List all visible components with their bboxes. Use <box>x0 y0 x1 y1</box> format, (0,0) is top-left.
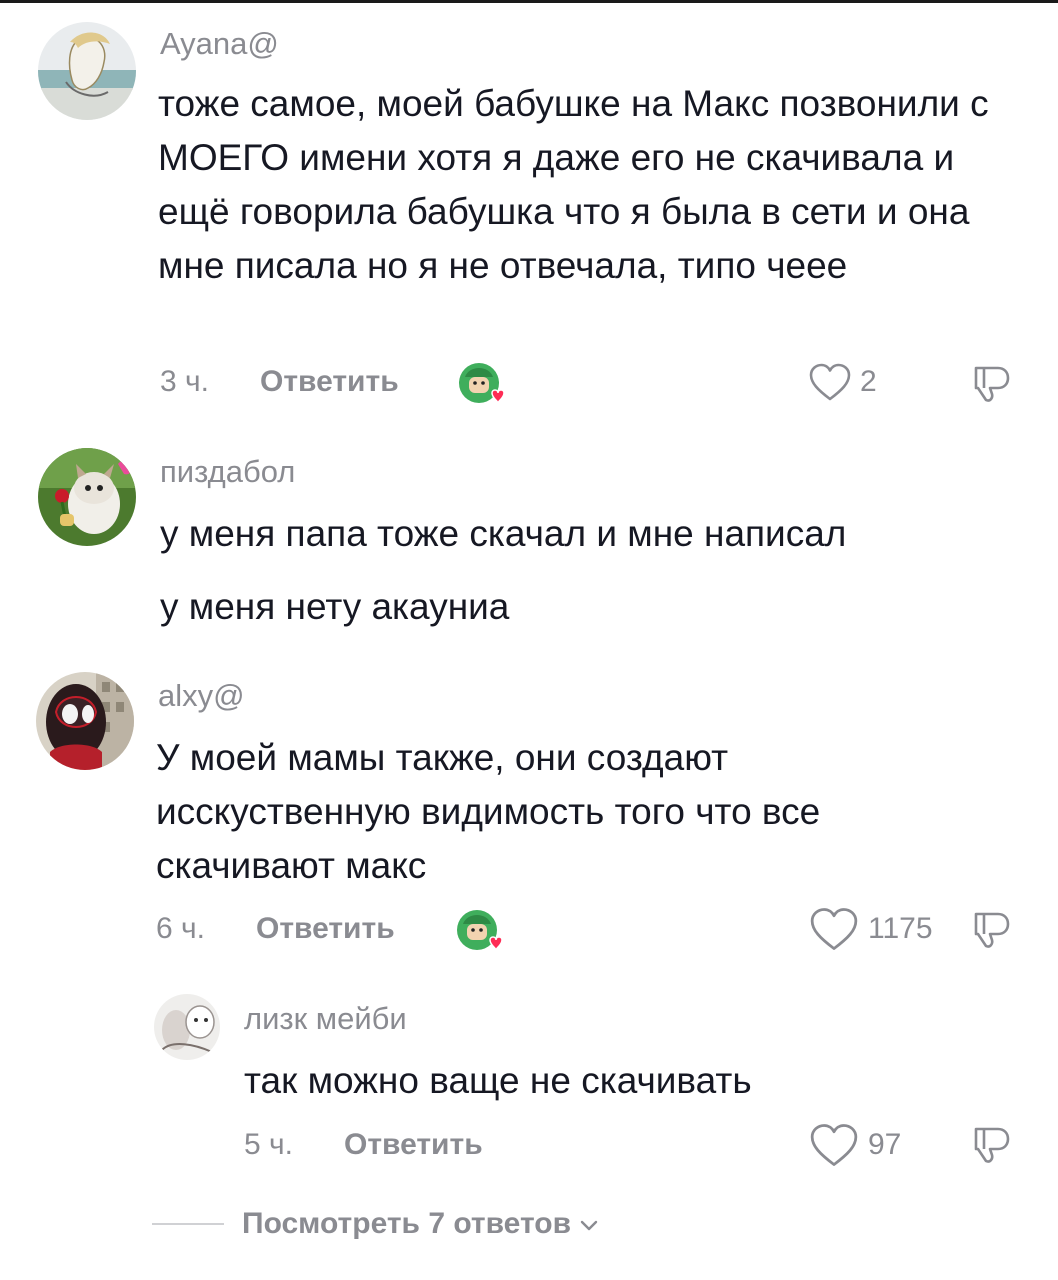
like-button[interactable]: 2 <box>808 357 877 407</box>
timestamp: 3 ч. <box>160 365 209 398</box>
comment-text: тоже самое, моей бабушке на Макс позвони… <box>158 83 989 286</box>
username[interactable]: Ayana@ <box>160 24 279 64</box>
like-count: 2 <box>860 365 877 398</box>
timestamp: 5 ч. <box>244 1128 293 1161</box>
heart-outline-icon <box>810 1124 858 1166</box>
timestamp: 6 ч. <box>156 912 205 945</box>
creator-liked-icon <box>455 908 505 958</box>
top-divider <box>0 0 1058 3</box>
reply-button[interactable]: Ответить <box>256 912 395 946</box>
creator-liked-icon <box>457 361 507 411</box>
dislike-icon[interactable] <box>970 908 1014 952</box>
comment-text: так можно ваще не скачивать <box>244 1060 752 1101</box>
avatar[interactable] <box>38 22 136 120</box>
like-count: 1175 <box>868 912 933 945</box>
avatar[interactable] <box>36 672 134 770</box>
dislike-icon[interactable] <box>970 362 1014 406</box>
comment-text: у меня папа тоже скачал и мне написал <box>160 513 847 554</box>
comment-meta: 3 ч. Ответить <box>160 357 399 407</box>
username[interactable]: alxy@ <box>158 676 245 716</box>
dislike-icon[interactable] <box>970 1123 1014 1167</box>
comment-meta: 5 ч. Ответить <box>244 1120 483 1170</box>
like-button[interactable]: 1175 <box>808 904 933 954</box>
view-replies-label: Посмотреть 7 ответов <box>242 1207 572 1240</box>
avatar[interactable] <box>154 994 220 1060</box>
comment-text-line: у меня нету акауниа <box>160 586 510 627</box>
divider-line <box>152 1223 224 1225</box>
like-count: 97 <box>868 1128 902 1161</box>
view-replies-button[interactable]: Посмотреть 7 ответов <box>152 1200 599 1248</box>
heart-outline-icon <box>810 908 858 950</box>
username[interactable]: пиздабол <box>160 452 295 492</box>
reply-button[interactable]: Ответить <box>344 1128 483 1162</box>
comment-text: У моей мамы также, они создают исскустве… <box>156 737 821 886</box>
heart-outline-icon <box>809 363 851 401</box>
reply-button[interactable]: Ответить <box>260 365 399 399</box>
chevron-down-icon <box>579 1207 599 1241</box>
avatar[interactable] <box>38 448 136 546</box>
like-button[interactable]: 97 <box>808 1120 901 1170</box>
comment-meta: 6 ч. Ответить <box>156 904 395 954</box>
username[interactable]: лизк мейби <box>244 999 407 1039</box>
